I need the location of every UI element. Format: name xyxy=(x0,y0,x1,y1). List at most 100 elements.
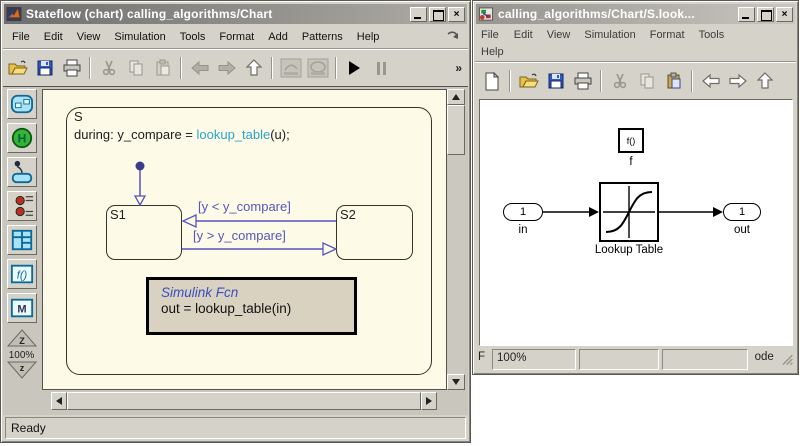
menu-file[interactable]: File xyxy=(5,27,37,48)
pattern-button-1-disabled[interactable] xyxy=(278,56,303,81)
forward-button[interactable] xyxy=(725,69,750,94)
scroll-right-icon xyxy=(426,397,432,405)
menu-add[interactable]: Add xyxy=(261,27,295,48)
matlab-function-button[interactable]: M xyxy=(7,293,37,323)
stateflow-client-area: H xyxy=(3,86,468,415)
default-transition-dot[interactable] xyxy=(136,162,145,171)
start-simulation-button[interactable] xyxy=(342,56,367,81)
save-button[interactable] xyxy=(32,56,57,81)
scroll-up-icon xyxy=(452,94,460,100)
transition-s1-to-s2-arrowhead xyxy=(323,243,336,255)
scroll-right-button[interactable] xyxy=(421,392,437,410)
default-transition-icon xyxy=(10,160,34,184)
up-to-parent-button[interactable] xyxy=(752,69,777,94)
simulink-function-title: Simulink Fcn xyxy=(161,285,354,300)
simulink-titlebar[interactable]: calling_algorithms/Chart/S.look... × xyxy=(476,4,795,24)
back-button-disabled[interactable] xyxy=(187,56,212,81)
status-empty-2 xyxy=(662,349,748,370)
menu-patterns[interactable]: Patterns xyxy=(295,27,350,48)
copy-button-disabled[interactable] xyxy=(123,56,148,81)
minimize-button[interactable] xyxy=(738,7,755,22)
menubar-divider xyxy=(3,48,468,50)
simulink-function-box[interactable]: Simulink Fcn out = lookup_table(in) xyxy=(146,277,357,335)
scroll-up-button[interactable] xyxy=(447,89,465,105)
paste-icon xyxy=(665,72,683,90)
close-button[interactable]: × xyxy=(776,7,793,22)
default-transition-button[interactable] xyxy=(7,157,37,187)
horizontal-scrollbar[interactable] xyxy=(51,392,437,410)
toolbar-overflow-chevron[interactable]: » xyxy=(455,61,466,75)
open-folder-icon xyxy=(519,72,539,90)
state-tool-button[interactable] xyxy=(7,89,37,119)
menu-tools[interactable]: Tools xyxy=(173,27,213,48)
maximize-button[interactable] xyxy=(429,7,446,22)
new-model-button[interactable] xyxy=(479,69,504,94)
transition-label-lower[interactable]: [y > y_compare] xyxy=(193,228,286,243)
toolbar-separator xyxy=(600,70,602,92)
simulink-function-signature: out = lookup_table(in) xyxy=(161,301,354,316)
scroll-down-button[interactable] xyxy=(447,374,465,390)
model-canvas[interactable]: f() f 1 in Lookup Table 1 out xyxy=(479,99,793,346)
chart-canvas[interactable]: S during: y_compare = lookup_table(u); S… xyxy=(42,89,447,390)
menu-help[interactable]: Help xyxy=(481,42,512,63)
status-solver: ode xyxy=(751,349,778,370)
vertical-scroll-thumb[interactable] xyxy=(447,105,465,155)
paste-button[interactable] xyxy=(661,69,686,94)
history-junction-button[interactable]: H xyxy=(7,123,37,153)
open-folder-icon xyxy=(8,59,28,77)
dock-arrow-icon[interactable] xyxy=(446,31,460,43)
graphical-function-button[interactable]: f() xyxy=(7,259,37,289)
minimize-button[interactable] xyxy=(410,7,427,22)
close-button[interactable]: × xyxy=(448,7,465,22)
scroll-down-icon xyxy=(452,379,460,385)
scroll-left-button[interactable] xyxy=(51,392,67,410)
toolbar-separator xyxy=(89,57,91,79)
menu-help[interactable]: Help xyxy=(350,27,387,48)
transition-label-upper[interactable]: [y < y_compare] xyxy=(198,199,291,214)
status-mode: F xyxy=(477,349,489,370)
stateflow-menubar: File Edit View Simulation Tools Format A… xyxy=(5,26,466,48)
menu-format[interactable]: Format xyxy=(212,27,261,48)
window-title: calling_algorithms/Chart/S.look... xyxy=(498,7,734,21)
menubar-divider xyxy=(475,61,796,63)
print-button[interactable] xyxy=(570,69,595,94)
vertical-scrollbar[interactable] xyxy=(447,89,465,390)
zoom-level: 100% xyxy=(7,350,37,361)
arrow-right-icon xyxy=(217,60,237,76)
zoom-controls: Z 100% z xyxy=(7,329,37,382)
toolbar-separator xyxy=(335,57,337,79)
forward-button-disabled[interactable] xyxy=(214,56,239,81)
menu-edit[interactable]: Edit xyxy=(37,27,70,48)
transition-s2-to-s1-arrowhead xyxy=(183,215,196,227)
status-ready: Ready xyxy=(11,421,46,435)
copy-button-disabled[interactable] xyxy=(634,69,659,94)
save-floppy-icon xyxy=(36,59,54,77)
pattern-button-2-disabled[interactable] xyxy=(305,56,330,81)
connective-junction-icon xyxy=(10,194,34,218)
history-junction-icon: H xyxy=(10,126,34,150)
cut-button-disabled[interactable] xyxy=(96,56,121,81)
cut-button-disabled[interactable] xyxy=(607,69,632,94)
truth-table-button[interactable] xyxy=(7,225,37,255)
horizontal-scroll-thumb[interactable] xyxy=(67,392,421,410)
connective-junction-button[interactable] xyxy=(7,191,37,221)
open-button[interactable] xyxy=(516,69,541,94)
open-button[interactable] xyxy=(5,56,30,81)
print-button[interactable] xyxy=(59,56,84,81)
arrow-left-icon xyxy=(190,60,210,76)
stateflow-titlebar[interactable]: Stateflow (chart) calling_algorithms/Cha… xyxy=(4,4,467,24)
back-button[interactable] xyxy=(698,69,723,94)
pause-button-disabled[interactable] xyxy=(369,56,394,81)
menu-simulation[interactable]: Simulation xyxy=(107,27,172,48)
resize-grip-icon[interactable] xyxy=(781,349,794,367)
zoom-in-button[interactable]: Z xyxy=(7,329,37,347)
paste-button-disabled[interactable] xyxy=(150,56,175,81)
save-button[interactable] xyxy=(543,69,568,94)
maximize-button[interactable] xyxy=(757,7,774,22)
copy-icon xyxy=(638,72,656,90)
menu-view[interactable]: View xyxy=(70,27,108,48)
arrow-right-icon xyxy=(728,73,748,89)
scissors-icon xyxy=(612,72,628,90)
zoom-out-button[interactable]: z xyxy=(7,361,37,379)
up-to-parent-button[interactable] xyxy=(241,56,266,81)
